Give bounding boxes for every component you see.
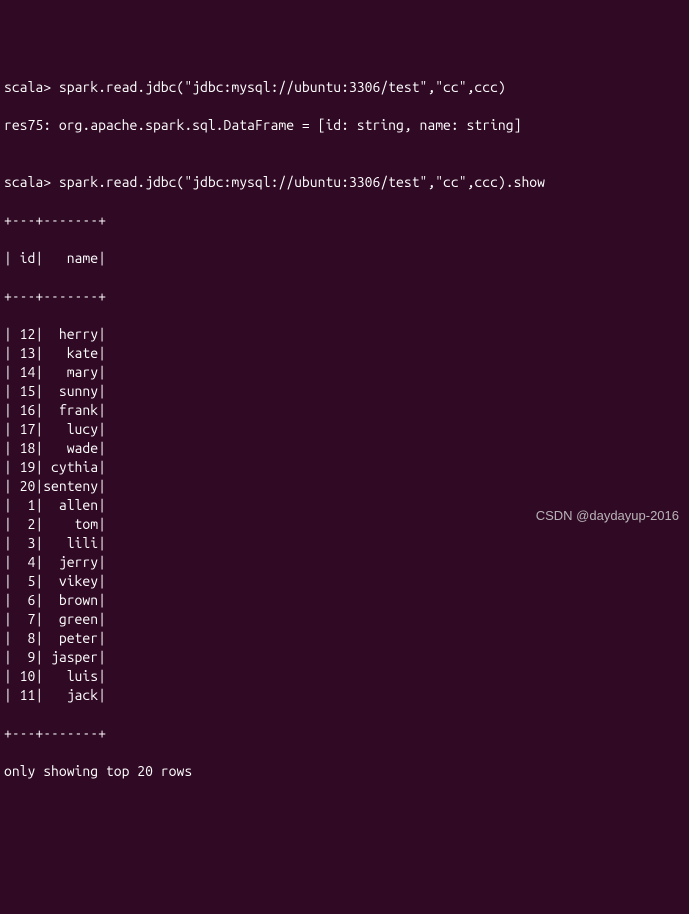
table-header: | id| name| xyxy=(4,249,685,268)
table-row: | 17| lucy| xyxy=(4,420,685,439)
watermark: CSDN @daydayup-2016 xyxy=(536,506,679,525)
result-line: res75: org.apache.spark.sql.DataFrame = … xyxy=(4,116,685,135)
table-row: | 16| frank| xyxy=(4,401,685,420)
table-row: | 20|senteny| xyxy=(4,477,685,496)
table-row: | 10| luis| xyxy=(4,667,685,686)
table-row: | 18| wade| xyxy=(4,439,685,458)
table-row: | 9| jasper| xyxy=(4,648,685,667)
scala-prompt: scala> xyxy=(4,174,59,190)
table-row: | 6| brown| xyxy=(4,591,685,610)
table-row: | 3| lili| xyxy=(4,534,685,553)
table-row: | 14| mary| xyxy=(4,363,685,382)
table-row: | 5| vikey| xyxy=(4,572,685,591)
table-separator-mid: +---+-------+ xyxy=(4,287,685,306)
table-row: | 7| green| xyxy=(4,610,685,629)
scala-prompt-line-1: scala> spark.read.jdbc("jdbc:mysql://ubu… xyxy=(4,78,685,97)
table-row: | 13| kate| xyxy=(4,344,685,363)
table-separator-bottom: +---+-------+ xyxy=(4,724,685,743)
footer-text: only showing top 20 rows xyxy=(4,762,685,781)
table-row: | 4| jerry| xyxy=(4,553,685,572)
table-row: | 11| jack| xyxy=(4,686,685,705)
table-row: | 15| sunny| xyxy=(4,382,685,401)
command-input-1[interactable]: spark.read.jdbc("jdbc:mysql://ubuntu:330… xyxy=(59,79,506,95)
table-row: | 8| peter| xyxy=(4,629,685,648)
command-input-2[interactable]: spark.read.jdbc("jdbc:mysql://ubuntu:330… xyxy=(59,174,545,190)
scala-prompt: scala> xyxy=(4,79,59,95)
table-separator-top: +---+-------+ xyxy=(4,211,685,230)
table-row: | 12| herry| xyxy=(4,325,685,344)
table-row: | 19| cythia| xyxy=(4,458,685,477)
scala-prompt-line-2: scala> spark.read.jdbc("jdbc:mysql://ubu… xyxy=(4,173,685,192)
